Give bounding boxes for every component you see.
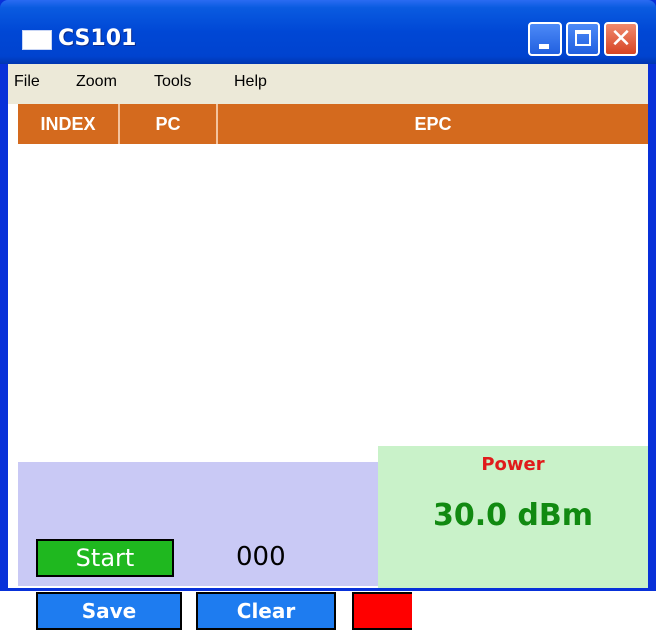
menu-file[interactable]: File <box>14 73 40 91</box>
menu-tools[interactable]: Tools <box>154 73 191 91</box>
maximize-icon <box>575 30 591 46</box>
minimize-button[interactable] <box>528 22 562 56</box>
minimize-icon <box>539 44 549 49</box>
power-panel: Power 30.0 dBm <box>378 446 648 588</box>
column-header-epc[interactable]: EPC <box>218 104 648 144</box>
menu-bar: File Zoom Tools Help <box>8 64 648 104</box>
table-header: INDEX PC EPC <box>18 104 648 144</box>
start-button[interactable]: Start <box>36 539 174 577</box>
column-header-pc[interactable]: PC <box>120 104 218 144</box>
clear-button[interactable]: Clear <box>196 592 336 630</box>
maximize-button[interactable] <box>566 22 600 56</box>
menu-help[interactable]: Help <box>234 73 267 91</box>
tag-count: 000 <box>236 542 286 572</box>
close-button[interactable]: ✕ <box>604 22 638 56</box>
app-icon <box>22 30 52 50</box>
red-action-button[interactable] <box>352 592 412 630</box>
save-button[interactable]: Save <box>36 592 182 630</box>
power-value: 30.0 dBm <box>432 498 594 533</box>
menu-zoom[interactable]: Zoom <box>76 73 117 91</box>
app-window: CS101 ✕ File Zoom Tools Help INDEX PC EP… <box>0 0 656 630</box>
column-header-index[interactable]: INDEX <box>18 104 120 144</box>
title-bar[interactable]: CS101 ✕ <box>0 0 656 64</box>
close-icon: ✕ <box>610 24 632 54</box>
window-title: CS101 <box>58 26 137 51</box>
power-label: Power <box>481 454 545 475</box>
